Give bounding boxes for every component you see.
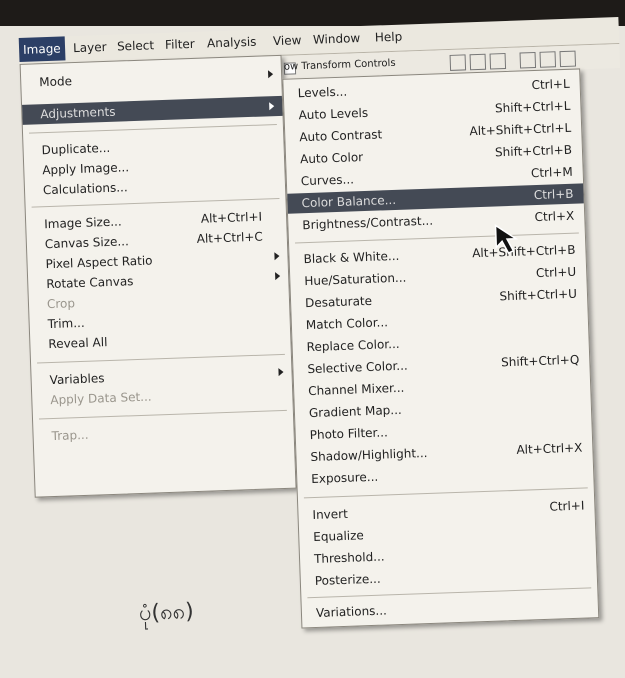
align-right-icon[interactable] (559, 50, 577, 68)
menu-separator (29, 124, 277, 134)
submenu-arrow-icon (267, 70, 274, 79)
menu-separator (38, 409, 287, 420)
menu-filter[interactable]: Filter (161, 32, 200, 57)
menu-help[interactable]: Help (370, 24, 406, 49)
align-hcenter-icon[interactable] (539, 51, 557, 68)
menu-item-adjustments[interactable]: Adjustments (22, 95, 283, 125)
adjustments-submenu: Levels... Ctrl+L Auto Levels Shift+Ctrl+L … (282, 68, 600, 629)
align-left-icon[interactable] (519, 51, 537, 69)
menu-item-variations[interactable]: Variations... (302, 593, 599, 623)
menu-select[interactable]: Select (113, 33, 159, 59)
align-vcenter-icon[interactable] (469, 53, 487, 71)
menu-separator (31, 197, 280, 208)
submenu-arrow-icon (269, 102, 275, 111)
menu-item-trap: Trap... (51, 427, 89, 444)
menu-layer[interactable]: Layer (69, 35, 111, 60)
mouse-pointer-icon (494, 224, 519, 254)
submenu-arrow-icon (274, 252, 280, 261)
menu-window[interactable]: Window (309, 26, 365, 52)
menu-view[interactable]: View (269, 28, 306, 53)
align-top-icon[interactable] (449, 54, 467, 71)
menu-analysis[interactable]: Analysis (203, 30, 261, 56)
menu-separator (37, 353, 285, 364)
image-menu: Mode Adjustments Duplicate... Apply Imag… (19, 54, 297, 498)
screenshot-stage: Image Layer Select Filter Analysis View … (18, 0, 625, 678)
align-bottom-icon[interactable] (489, 53, 507, 70)
submenu-arrow-icon (278, 367, 284, 377)
submenu-arrow-icon (275, 272, 281, 281)
menu-item-mode[interactable]: Mode (21, 64, 282, 93)
figure-caption: ပုံ(၈၈) (138, 599, 195, 627)
menu-image[interactable]: Image (18, 36, 66, 62)
